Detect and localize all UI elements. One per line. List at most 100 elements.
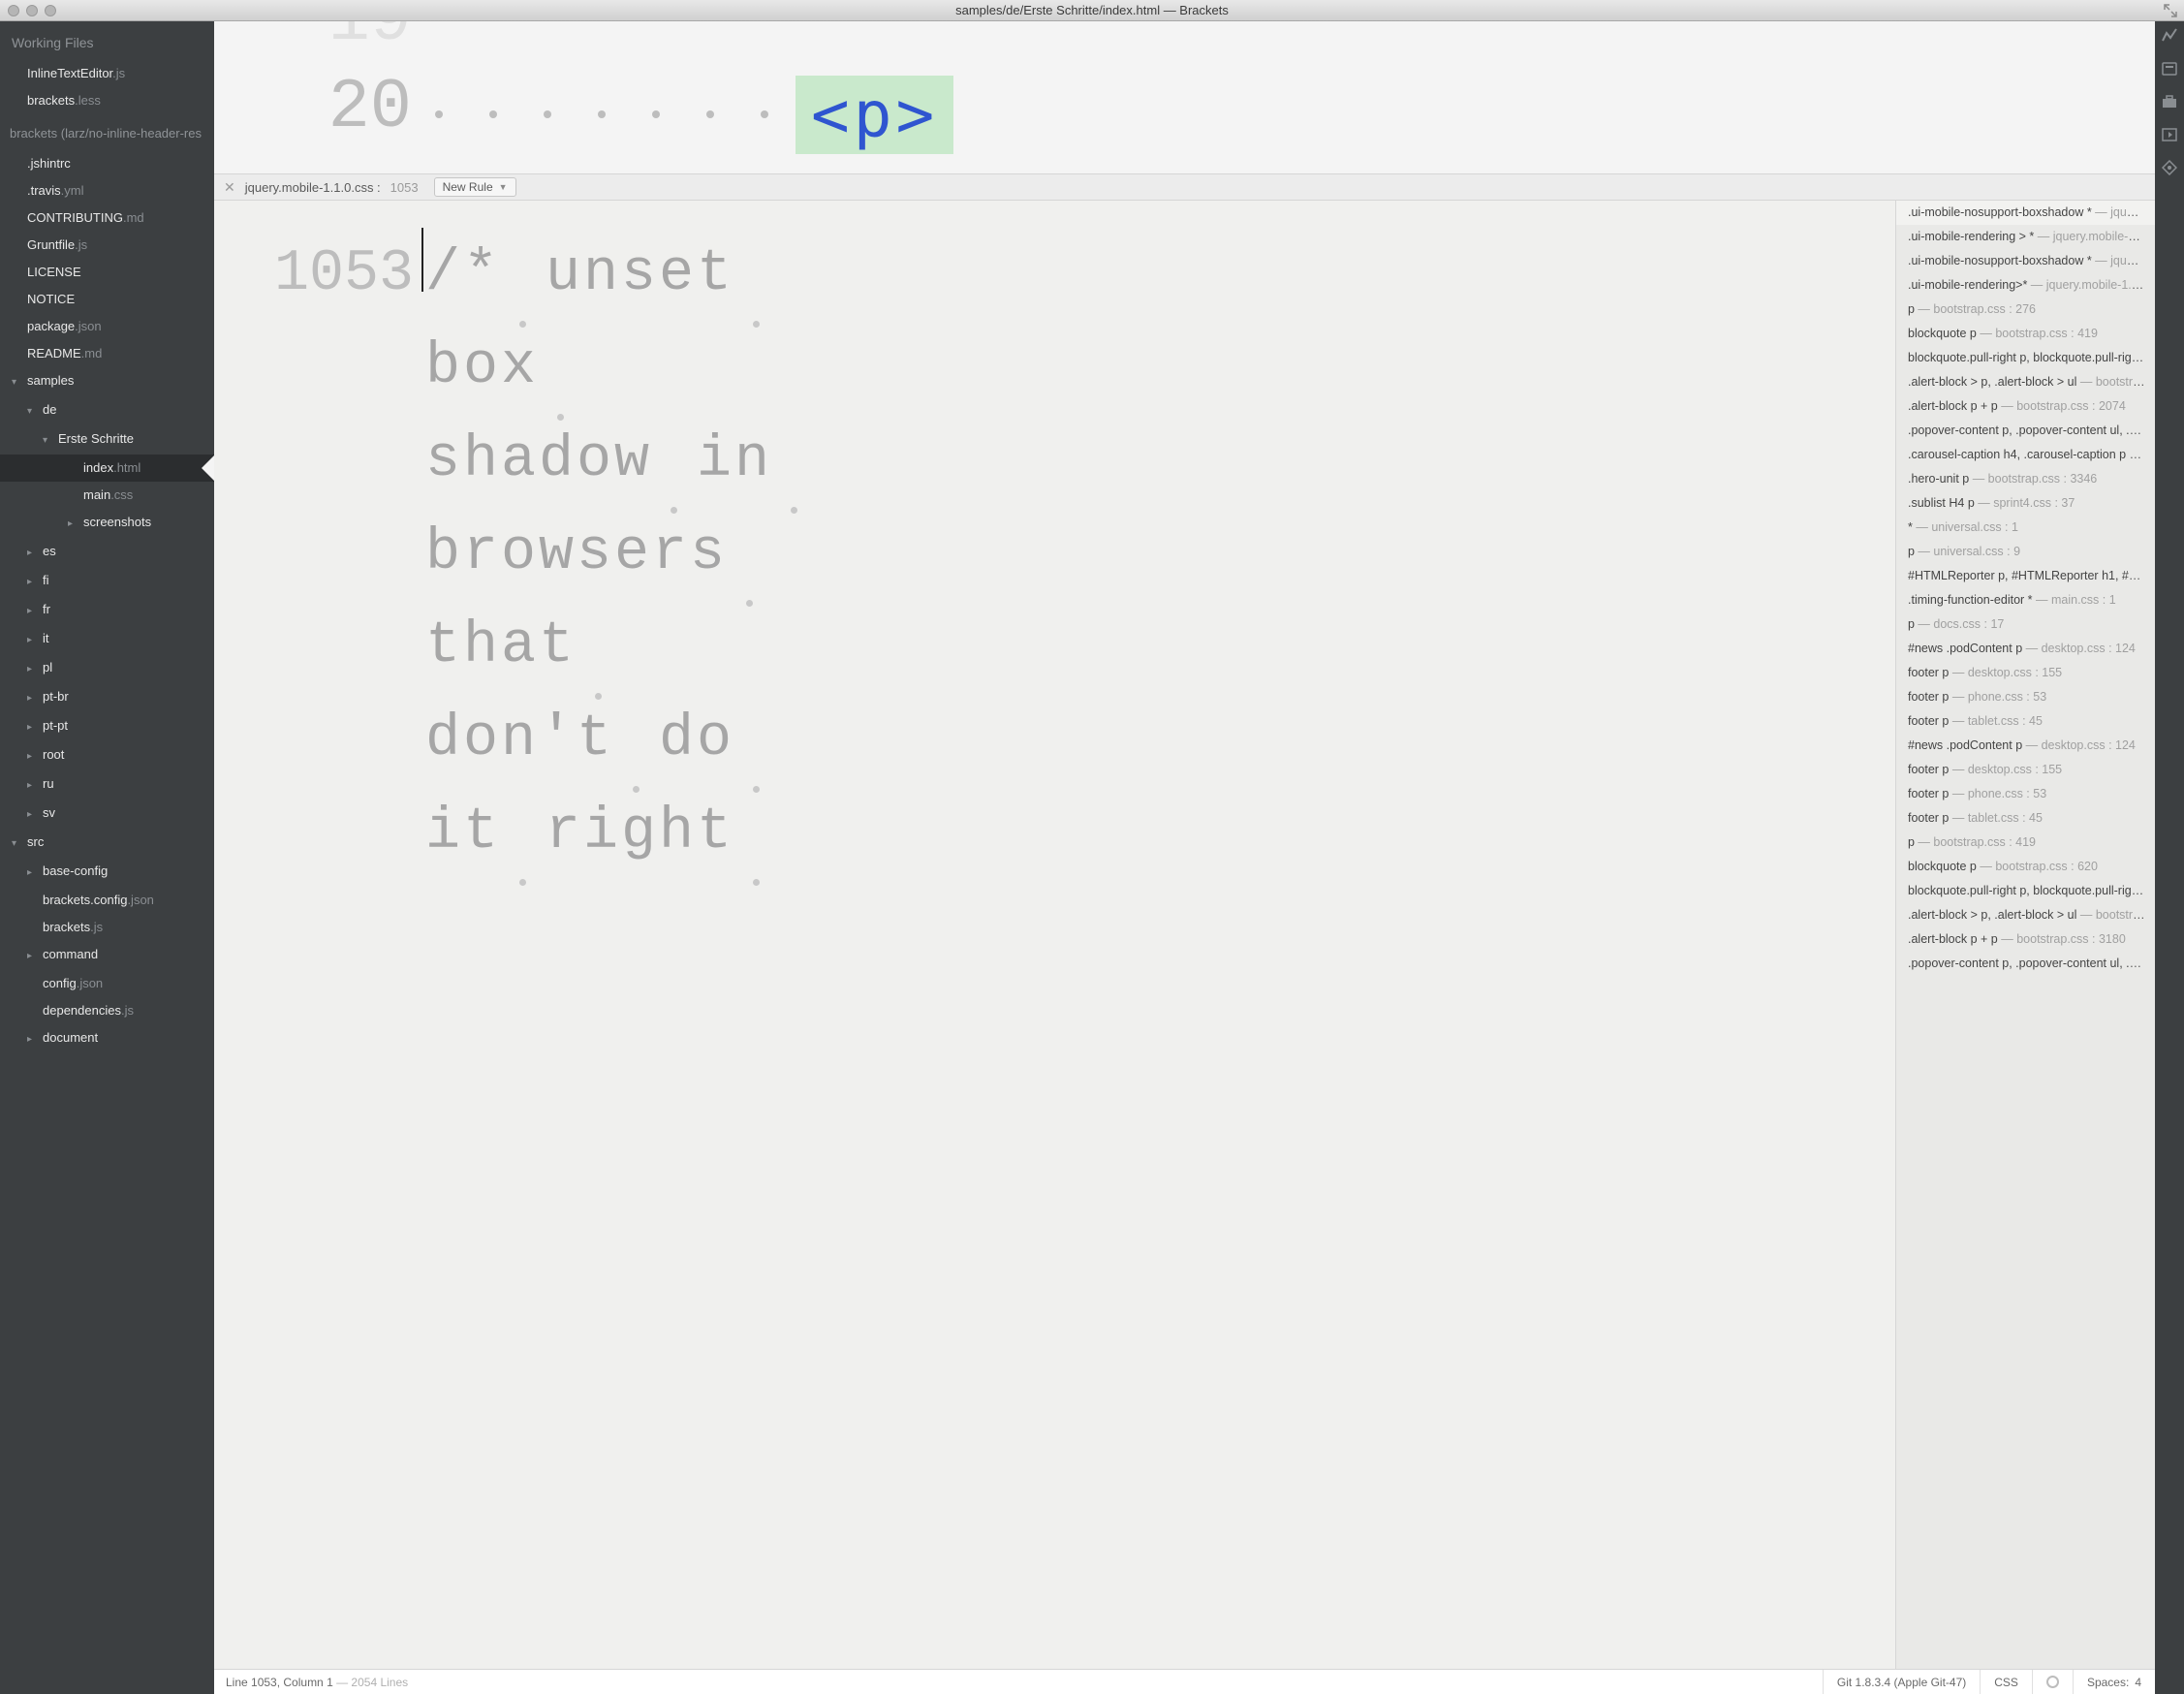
file-tree-item[interactable]: ▸fi [0,567,214,596]
file-tree-item[interactable]: brackets.config.json [0,887,214,914]
code-line[interactable]: don'tdo [425,693,817,786]
file-tree-item[interactable]: ▸it [0,625,214,654]
css-rule-item[interactable]: blockquote p — bootstrap.css : 419 [1896,322,2155,346]
css-rule-item[interactable]: * — universal.css : 1 [1896,516,2155,540]
file-tree-item[interactable]: config.json [0,970,214,997]
css-rule-item[interactable]: .alert-block p + p — bootstrap.css : 318… [1896,927,2155,952]
file-tree-item[interactable]: .jshintrc [0,150,214,177]
file-tree-item[interactable]: index.html [0,455,214,482]
panel-icon[interactable] [2161,126,2178,143]
css-rule-item[interactable]: p — universal.css : 9 [1896,540,2155,564]
css-rule-item[interactable]: .alert-block > p, .alert-block > ul — bo… [1896,370,2155,394]
file-tree-item[interactable]: ▸fr [0,596,214,625]
line-number: 19 [214,21,412,64]
highlighted-tag[interactable]: <p> [796,76,953,154]
file-tree-item[interactable]: ▸pl [0,654,214,683]
css-rule-item[interactable]: .ui-mobile-nosupport-boxshadow * — jque… [1896,249,2155,273]
css-rule-item[interactable]: .popover-content p, .popover-content ul,… [1896,419,2155,443]
language-mode[interactable]: CSS [1980,1670,2032,1694]
minimize-window-icon[interactable] [26,5,38,16]
new-rule-button[interactable]: New Rule ▼ [434,177,516,197]
css-rule-item[interactable]: footer p — phone.css : 53 [1896,782,2155,806]
cursor-position-text: Line 1053, Column 1 [226,1676,333,1689]
zoom-window-icon[interactable] [45,5,56,16]
css-rule-item[interactable]: blockquote.pull-right p, blockquote.pull… [1896,346,2155,370]
css-rule-item[interactable]: #news .podContent p — desktop.css : 124 [1896,734,2155,758]
file-tree-item[interactable]: package.json [0,313,214,340]
code-line[interactable]: browsers [425,507,817,600]
css-rule-item[interactable]: #HTMLReporter p, #HTMLReporter h1, #HTM… [1896,564,2155,588]
project-branch-label[interactable]: brackets (larz/no-inline-header-res [0,114,214,150]
file-tree-item[interactable]: ▾src [0,829,214,858]
inline-lineno: 1053 [390,180,419,195]
file-tree-item[interactable]: ▾de [0,396,214,425]
file-tree-item[interactable]: CONTRIBUTING.md [0,204,214,232]
working-file-item[interactable]: brackets.less [0,87,214,114]
briefcase-icon[interactable] [2161,93,2178,110]
css-rules-panel: .ui-mobile-nosupport-boxshadow * — jque…… [1895,201,2155,1669]
lint-status[interactable] [2032,1670,2073,1694]
css-rule-item[interactable]: .carousel-caption h4, .carousel-caption … [1896,443,2155,467]
code-line[interactable]: shadowin [425,414,817,507]
file-tree-item[interactable]: ▸document [0,1024,214,1053]
indent-settings[interactable]: Spaces: 4 [2073,1670,2155,1694]
extension-icon[interactable] [2161,60,2178,78]
file-tree-item[interactable]: ▸root [0,741,214,770]
file-tree-item[interactable]: ▸command [0,941,214,970]
spaces-value: 4 [2135,1676,2141,1689]
css-rule-item[interactable]: blockquote.pull-right p, blockquote.pull… [1896,879,2155,903]
css-rule-item[interactable]: footer p — tablet.css : 45 [1896,709,2155,734]
inline-editor-code[interactable]: 1053 /*unsetboxshadowinbrowsersthatdon't… [214,201,1895,1669]
inline-filename[interactable]: jquery.mobile-1.1.0.css : [245,180,381,195]
file-tree-item[interactable]: ▸sv [0,800,214,829]
git-status[interactable]: Git 1.8.3.4 (Apple Git-47) [1823,1670,1980,1694]
code-line[interactable]: box [425,321,817,414]
css-rule-item[interactable]: footer p — desktop.css : 155 [1896,661,2155,685]
css-rule-item[interactable]: .hero-unit p — bootstrap.css : 3346 [1896,467,2155,491]
file-tree-item[interactable]: dependencies.js [0,997,214,1024]
code-line[interactable]: itright [425,786,817,879]
whitespace-dots [435,110,823,118]
diamond-icon[interactable] [2161,159,2178,176]
css-rule-item[interactable]: .ui-mobile-rendering > * — jquery.mobile… [1896,225,2155,249]
file-tree-item[interactable]: ▸screenshots [0,509,214,538]
working-file-item[interactable]: InlineTextEditor.js [0,60,214,87]
file-tree-item[interactable]: brackets.js [0,914,214,941]
css-rule-item[interactable]: p — bootstrap.css : 276 [1896,298,2155,322]
cursor-position[interactable]: Line 1053, Column 1 — 2054 Lines [214,1676,408,1689]
close-window-icon[interactable] [8,5,19,16]
css-rule-item[interactable]: .sublist H4 p — sprint4.css : 37 [1896,491,2155,516]
css-rule-item[interactable]: .timing-function-editor * — main.css : 1 [1896,588,2155,612]
live-preview-icon[interactable] [2161,27,2178,45]
file-tree-item[interactable]: .travis.yml [0,177,214,204]
code-line[interactable]: /*unset [425,228,817,321]
css-rule-item[interactable]: footer p — desktop.css : 155 [1896,758,2155,782]
file-tree-item[interactable]: Gruntfile.js [0,232,214,259]
css-rule-item[interactable]: .alert-block p + p — bootstrap.css : 207… [1896,394,2155,419]
file-tree-item[interactable]: ▸ru [0,770,214,800]
css-rule-item[interactable]: footer p — tablet.css : 45 [1896,806,2155,831]
css-rule-item[interactable]: .popover-content p, .popover-content ul,… [1896,952,2155,976]
file-tree-item[interactable]: ▸es [0,538,214,567]
fullscreen-icon[interactable] [2163,3,2178,18]
file-tree-item[interactable]: README.md [0,340,214,367]
css-rule-item[interactable]: #news .podContent p — desktop.css : 124 [1896,637,2155,661]
file-tree-item[interactable]: ▸pt-pt [0,712,214,741]
css-rule-item[interactable]: .alert-block > p, .alert-block > ul — bo… [1896,903,2155,927]
css-rule-item[interactable]: .ui-mobile-rendering>* — jquery.mobile-1… [1896,273,2155,298]
css-rule-item[interactable]: blockquote p — bootstrap.css : 620 [1896,855,2155,879]
file-tree-item[interactable]: ▾Erste Schritte [0,425,214,455]
file-tree-item[interactable]: main.css [0,482,214,509]
css-rule-item[interactable]: p — docs.css : 17 [1896,612,2155,637]
file-tree-item[interactable]: ▸base-config [0,858,214,887]
file-tree-item[interactable]: NOTICE [0,286,214,313]
code-line[interactable]: that [425,600,817,693]
css-rule-item[interactable]: .ui-mobile-nosupport-boxshadow * — jque… [1896,201,2155,225]
close-icon[interactable]: ✕ [224,179,235,196]
file-tree-item[interactable]: LICENSE [0,259,214,286]
css-rule-item[interactable]: footer p — phone.css : 53 [1896,685,2155,709]
file-tree-item[interactable]: ▸pt-br [0,683,214,712]
file-tree-item[interactable]: ▾samples [0,367,214,396]
main-editor-viewport[interactable]: 19 20 <p> [214,21,2155,173]
css-rule-item[interactable]: p — bootstrap.css : 419 [1896,831,2155,855]
